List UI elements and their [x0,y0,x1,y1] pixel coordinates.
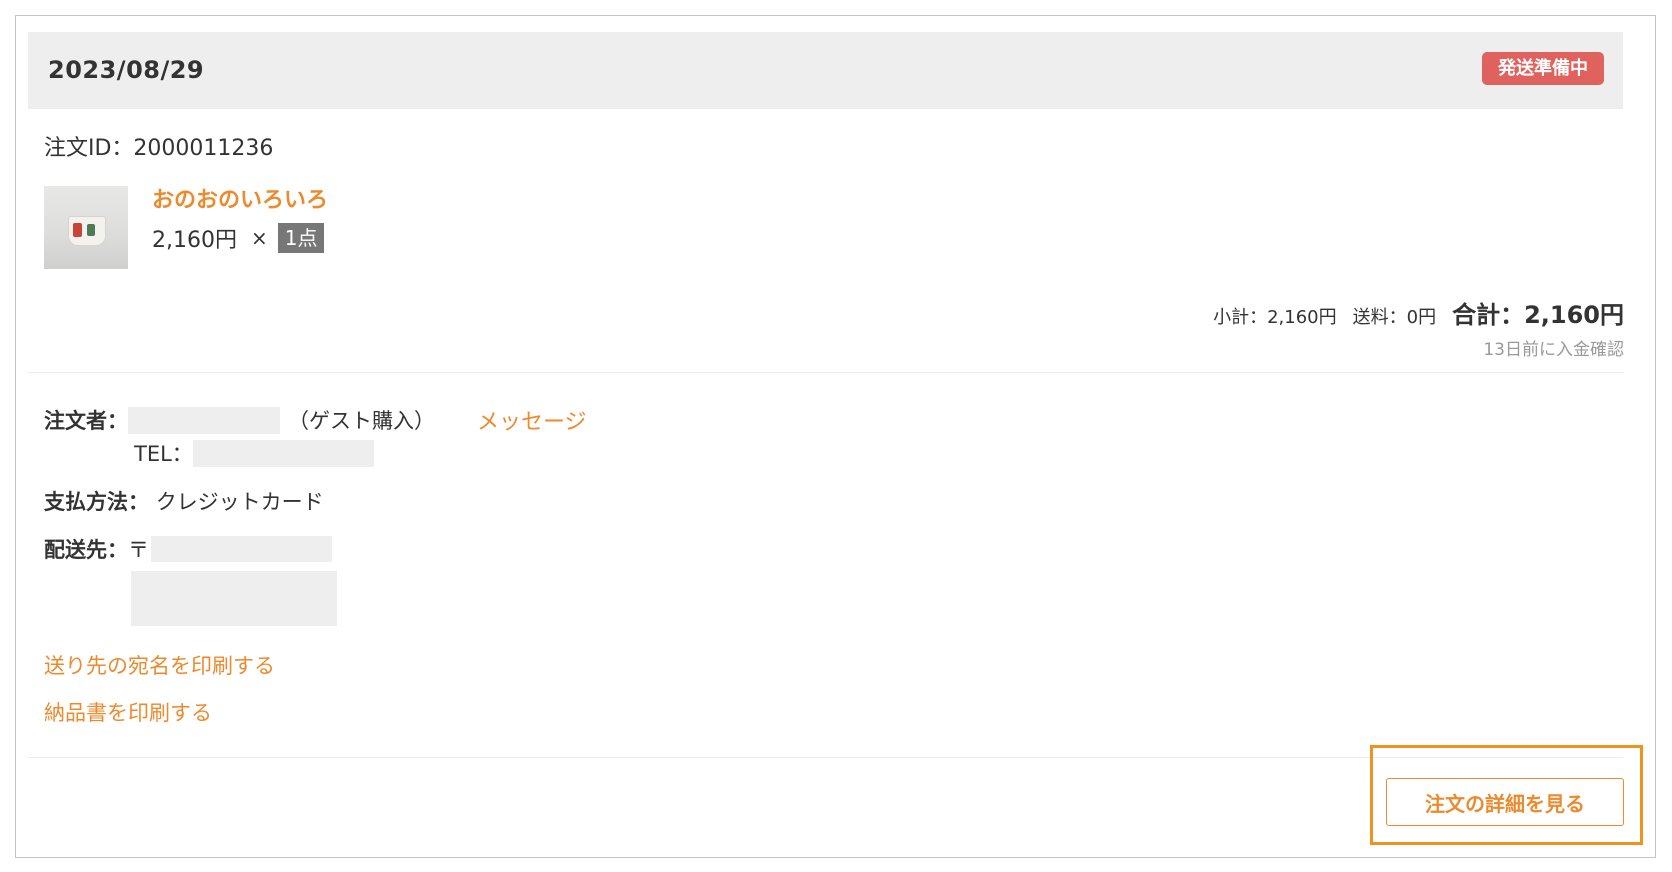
message-link[interactable]: メッセージ [477,404,587,436]
order-totals: 小計：2,160円 送料：0円 合計：2,160円 [1213,295,1624,330]
postal-code-redacted [151,536,332,562]
item-price: 2,160円 [152,228,237,253]
postal-mark: 〒 [128,538,149,562]
section-divider [28,372,1623,373]
status-badge: 発送準備中 [1482,52,1604,85]
times-sign: × [250,226,268,250]
product-thumbnail[interactable] [44,186,128,269]
address-redacted [131,571,337,626]
shipping-fee: 送料：0円 [1352,307,1437,328]
product-name-link[interactable]: おのおのいろいろ [152,182,328,214]
tel-redacted [192,439,374,467]
buyer-name-redacted [128,406,280,434]
order-id: 注文ID：2000011236 [44,136,274,161]
buyer-label: 注文者： [44,409,128,433]
print-address-link[interactable]: 送り先の宛名を印刷する [44,650,275,680]
buyer-row: 注文者： （ゲスト購入） メッセージ [44,404,587,436]
shipping-row: 配送先： 〒 [44,534,332,564]
order-header: 2023/08/29 発送準備中 [28,32,1623,109]
subtotal: 小計：2,160円 [1213,307,1337,328]
view-details-button[interactable]: 注文の詳細を見る [1386,778,1624,826]
price-line: 2,160円 × 1点 [152,222,325,254]
guest-note: （ゲスト購入） [288,409,435,433]
order-date: 2023/08/29 [48,56,205,84]
tel-row: TEL： [134,438,374,468]
print-invoice-link[interactable]: 納品書を印刷する [44,697,212,727]
shipping-label: 配送先： [44,538,128,562]
cup-image [68,216,106,246]
grand-total: 合計：2,160円 [1452,301,1624,329]
payment-method: クレジットカード [155,490,324,514]
payment-label: 支払方法： [44,490,149,514]
payment-row: 支払方法： クレジットカード [44,486,324,516]
payment-confirmation: 13日前に入金確認 [1483,340,1624,360]
quantity-badge: 1点 [277,223,325,253]
tel-label: TEL： [134,442,193,466]
